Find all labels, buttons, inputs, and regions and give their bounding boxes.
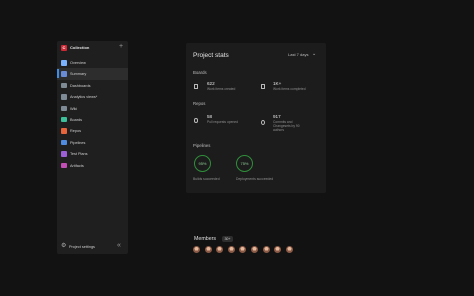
sidebar-item-label: Repos [70,129,81,134]
card-title: Project stats [193,52,229,59]
commits-value: 917 [273,114,281,119]
chevron-down-icon[interactable]: ⌄ [312,51,316,57]
boards-icon [61,116,67,123]
sidebar-item-label: Boards [70,117,83,122]
sidebar-item-analytics-views[interactable]: Analytics views* [57,91,128,102]
project-sidebar: C Collection + Overview Summary Dashboar… [57,41,128,254]
period-dropdown[interactable]: Last 7 days [288,52,308,57]
sidebar-item-label: Artifacts [70,163,84,168]
repos-section-label: Repos [193,101,206,106]
sidebar-item-overview[interactable]: Overview [57,57,128,68]
sidebar-item-dashboards[interactable]: Dashboards [57,80,128,91]
repos-icon [61,128,67,134]
work-item-done-icon [261,84,265,89]
work-items-created-value: 622 [207,81,215,86]
sidebar-item-repos[interactable]: Repos [57,125,128,136]
commit-icon [261,120,265,125]
avatar[interactable] [250,246,258,253]
avatar[interactable] [193,246,200,253]
avatar[interactable] [204,246,212,253]
analytics-icon [61,94,67,100]
work-items-completed-label: Work items completed [273,87,306,91]
pull-request-icon [194,118,198,123]
work-item-icon [194,84,198,89]
boards-section-label: Boards [193,70,207,75]
avatar[interactable] [227,246,235,253]
deployments-success-ring: 75% [236,155,253,172]
avatar[interactable] [262,246,270,253]
summary-icon [61,71,67,77]
sidebar-item-pipelines[interactable]: Pipelines [57,137,128,148]
project-stats-card: Project stats Last 7 days ⌄ Boards 622 W… [186,43,326,193]
project-settings-link[interactable]: Project settings [69,245,95,249]
sidebar-item-label: Pipelines [70,140,86,145]
sidebar-item-label: Overview [70,61,86,65]
collapse-sidebar-icon[interactable]: « [117,242,121,250]
members-count-badge: 30+ [222,236,233,242]
add-icon[interactable]: + [119,43,123,51]
sidebar-item-label: Wiki [70,106,78,111]
pipelines-section-label: Pipelines [193,143,211,148]
pipelines-icon [61,139,67,146]
wiki-icon [61,105,67,112]
pull-requests-value: 58 [207,114,213,119]
dashboards-icon [61,82,67,89]
builds-success-value: 95% [198,161,207,166]
work-items-created-label: Work items created [207,87,236,91]
members-title: Members [194,236,217,242]
sidebar-item-boards[interactable]: Boards [57,114,128,125]
members-avatars [193,246,293,253]
deployments-success-value: 75% [240,161,249,166]
sidebar-item-label: Dashboards [70,83,91,88]
sidebar-item-summary[interactable]: Summary [57,68,128,80]
sidebar-item-label: Test Plans [70,152,88,157]
nav-list: Overview Summary Dashboards Analytics vi… [57,57,128,171]
avatar[interactable] [239,246,247,253]
commits-label: Commits and Changesets by 90 authors [273,120,300,132]
avatar[interactable] [274,246,282,253]
org-logo: C [61,45,67,51]
sidebar-item-label: Summary [70,72,87,77]
overview-icon [61,60,67,66]
avatar[interactable] [285,246,293,253]
artifacts-icon [61,162,67,169]
deployments-success-label: Deployments succeeded [236,177,274,181]
avatar[interactable] [216,246,224,253]
sidebar-item-wiki[interactable]: Wiki [57,103,128,114]
org-switcher[interactable]: C Collection + [57,41,128,56]
org-name: Collection [70,45,90,50]
pull-requests-label: Pull requests opened [207,120,238,124]
test-plans-icon [61,151,67,157]
builds-success-ring: 95% [194,155,211,172]
work-items-completed-value: 1K+ [273,81,282,86]
sidebar-item-test-plans[interactable]: Test Plans [57,148,128,159]
gear-icon: ⚙ [61,243,67,249]
sidebar-item-artifacts[interactable]: Artifacts [57,160,128,171]
builds-success-label: Builds succeeded [193,177,220,181]
sidebar-footer: ⚙ Project settings « [57,242,128,252]
sidebar-item-label: Analytics views* [70,95,98,100]
